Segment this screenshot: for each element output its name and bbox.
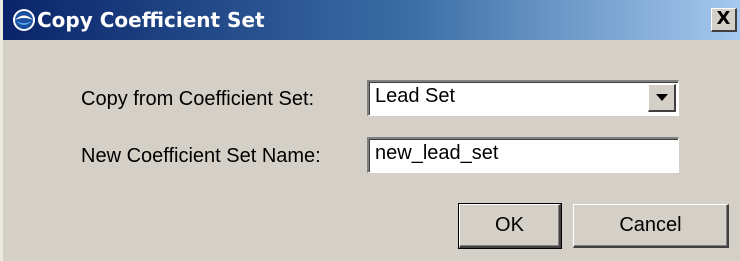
cancel-button[interactable]: Cancel <box>573 204 729 248</box>
dropdown-button[interactable] <box>648 84 676 112</box>
new-name-input[interactable]: new_lead_set <box>367 137 679 173</box>
title-bar[interactable]: Copy Coefficient Set X <box>3 0 740 40</box>
copy-from-label: Copy from Coefficient Set: <box>81 88 315 110</box>
dialog-title: Copy Coefficient Set <box>37 8 265 32</box>
chevron-down-icon <box>656 94 668 101</box>
ok-button[interactable]: OK <box>458 203 562 249</box>
copy-from-combobox[interactable]: Lead Set <box>367 80 679 116</box>
new-name-value: new_lead_set <box>375 142 499 164</box>
copy-from-value: Lead Set <box>375 85 456 107</box>
new-name-label: New Coefficient Set Name: <box>81 145 321 167</box>
dialog-window: Copy Coefficient Set X Copy from Coeffic… <box>0 0 740 261</box>
close-button[interactable]: X <box>711 8 737 32</box>
close-icon: X <box>716 8 731 29</box>
noaa-logo-icon <box>13 9 35 31</box>
